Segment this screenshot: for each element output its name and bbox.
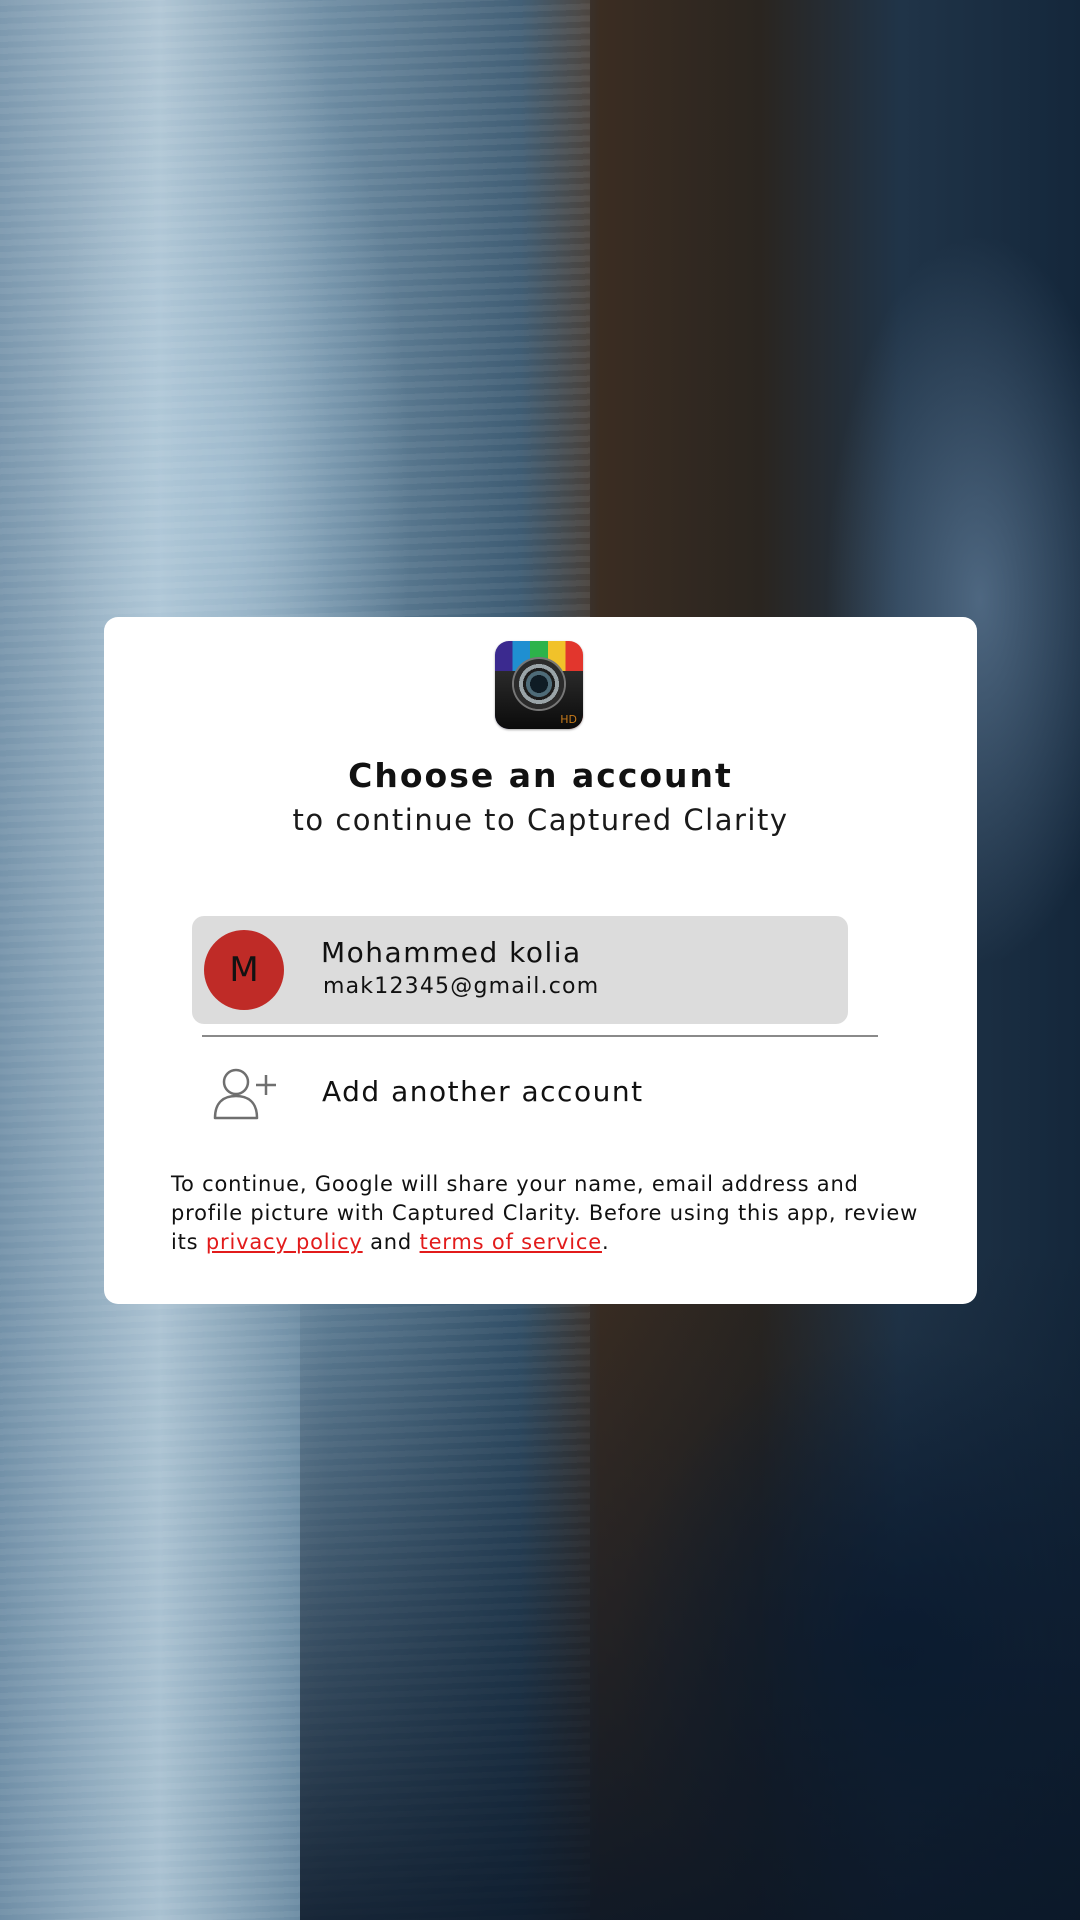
account-email: mak12345@gmail.com [323, 974, 600, 999]
account-chooser-dialog: HD Choose an account to continue to Capt… [104, 617, 977, 1304]
disclaimer-and: and [370, 1230, 413, 1254]
add-user-icon [213, 1068, 276, 1120]
screen: HD Choose an account to continue to Capt… [0, 0, 1080, 1920]
add-another-account-button[interactable]: Add another account [192, 1057, 848, 1133]
terms-of-service-link[interactable]: terms of service [420, 1230, 602, 1254]
consent-disclaimer: To continue, Google will share your name… [171, 1170, 931, 1257]
account-item[interactable]: M Mohammed kolia mak12345@gmail.com [192, 916, 848, 1024]
hd-badge: HD [560, 713, 577, 726]
background-shadow [300, 1250, 1080, 1920]
avatar: M [204, 930, 284, 1010]
dialog-subtitle: to continue to Captured Clarity [292, 803, 789, 837]
disclaimer-end: . [601, 1230, 610, 1254]
divider [202, 1035, 878, 1037]
app-camera-icon: HD [495, 641, 583, 729]
privacy-policy-link[interactable]: privacy policy [206, 1230, 363, 1254]
account-name: Mohammed kolia [321, 936, 582, 969]
add-account-label: Add another account [322, 1075, 644, 1108]
camera-lens-icon [514, 659, 564, 709]
dialog-title: Choose an account [348, 756, 733, 795]
